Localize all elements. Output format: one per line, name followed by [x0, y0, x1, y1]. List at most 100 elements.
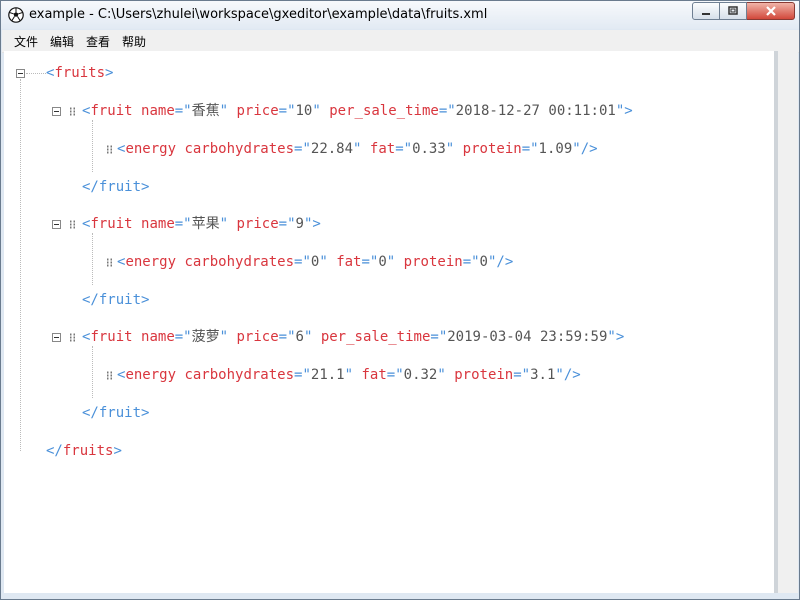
energy-attr-quote-open-2: =" [513, 367, 531, 383]
tree-guide-line [92, 120, 94, 172]
energy-attr-value-0: 22.84 [310, 141, 354, 157]
fruit-attr-quote-open-2: =" [430, 329, 448, 345]
collapse-fruit-icon[interactable] [52, 333, 61, 342]
fruit-close-tag-name: fruit [98, 405, 142, 421]
fruit-attr-value-0: 苹果 [191, 216, 220, 232]
fruit-attr-quote-close-1: " [312, 103, 321, 119]
fruit-attr-quote-close-2: " [615, 103, 625, 119]
tag-bracket: /> [563, 367, 581, 383]
menu-edit[interactable]: 编辑 [50, 33, 74, 50]
energy-attr-quote-close-2: " [572, 141, 581, 157]
xml-line-energy: <energy carbohydrates="0" fat="0" protei… [117, 253, 513, 271]
collapse-fruit-icon[interactable] [52, 107, 61, 116]
drag-handle-icon[interactable] [69, 107, 76, 116]
xml-line-fruit-close: </fruit> [82, 291, 149, 309]
drag-handle-icon[interactable] [106, 258, 113, 267]
close-icon [765, 6, 776, 16]
energy-attr-quote-open-1: =" [361, 254, 379, 270]
energy-attr-value-2: 3.1 [530, 367, 556, 383]
fruit-attr-value-1: 9 [295, 216, 304, 232]
fruit-attr-value-0: 香蕉 [191, 103, 220, 119]
energy-attr-quote-close-2: " [555, 367, 564, 383]
collapse-fruit-icon[interactable] [52, 220, 61, 229]
close-button[interactable] [747, 2, 795, 20]
tree-guide-line [92, 233, 94, 285]
minimize-button[interactable] [692, 2, 720, 20]
energy-attr-quote-open-2: =" [521, 141, 539, 157]
xml-line-fruit-open: <fruit name="苹果" price="9"> [82, 215, 321, 233]
drag-handle-icon[interactable] [106, 371, 113, 380]
fruit-attr-value-2: 2019-03-04 23:59:59 [447, 329, 608, 345]
fruit-attr-name-0: name [141, 216, 175, 232]
drag-handle-icon[interactable] [106, 145, 113, 154]
tag-bracket: > [312, 216, 321, 232]
tag-bracket: > [141, 292, 150, 308]
energy-attr-value-1: 0 [378, 254, 387, 270]
fruit-close-tag-name: fruit [98, 179, 142, 195]
collapse-fruits-icon[interactable] [16, 69, 25, 78]
menu-view[interactable]: 查看 [86, 33, 110, 50]
fruit-tag-name: fruit [90, 103, 133, 119]
energy-attr-quote-close-0: " [353, 141, 362, 157]
fruit-attr-name-1: price [236, 329, 279, 345]
window-title: example - C:\Users\zhulei\workspace\gxed… [29, 7, 488, 22]
fruit-attr-quote-close-1: " [303, 329, 313, 345]
energy-tag-name: energy [125, 367, 177, 383]
energy-attr-name-0: carbohydrates [184, 254, 295, 270]
minimize-icon [702, 13, 710, 15]
fruit-attr-quote-open-1: =" [278, 329, 296, 345]
fruit-attr-value-2: 2018-12-27 00:11:01 [455, 103, 616, 119]
tree-connector [26, 73, 46, 75]
energy-attr-quote-open-1: =" [386, 367, 404, 383]
energy-attr-value-2: 0 [479, 254, 488, 270]
title-bar[interactable]: example - C:\Users\zhulei\workspace\gxed… [1, 1, 799, 29]
fruit-attr-quote-close-2: " [607, 329, 616, 345]
xml-line-root-close: </fruits> [46, 443, 122, 459]
energy-attr-quote-open-1: =" [395, 141, 413, 157]
xml-line-fruit-open: <fruit name="香蕉" price="10" per_sale_tim… [82, 102, 633, 120]
xml-line-energy: <energy carbohydrates="22.84" fat="0.33"… [117, 140, 598, 158]
energy-attr-value-0: 21.1 [310, 367, 345, 383]
menu-help[interactable]: 帮助 [122, 33, 146, 50]
vertical-scrollbar-area[interactable] [778, 51, 798, 593]
tag-bracket: </ [82, 179, 99, 195]
fruit-attr-value-0: 菠萝 [191, 329, 220, 345]
fruit-attr-quote-open-1: =" [278, 103, 296, 119]
fruit-attr-quote-close-0: " [219, 329, 229, 345]
xml-line-fruit-close: </fruit> [82, 404, 149, 422]
fruit-attr-name-0: name [141, 103, 175, 119]
tree-guide-line [92, 346, 94, 398]
energy-attr-name-1: fat [369, 141, 396, 157]
maximize-icon [728, 6, 738, 15]
xml-editor[interactable]: <fruits> <fruit name="香蕉" price="10" per… [4, 51, 774, 593]
energy-tag-name: energy [125, 254, 177, 270]
xml-line-fruit-open: <fruit name="菠萝" price="6" per_sale_time… [82, 328, 624, 346]
xml-line-root-open: <fruits> [46, 65, 114, 81]
drag-handle-icon[interactable] [69, 333, 76, 342]
tree-guide-line [20, 79, 22, 451]
root-tag-name: fruits [54, 65, 106, 81]
menu-file[interactable]: 文件 [14, 33, 38, 50]
energy-attr-value-1: 0.32 [403, 367, 438, 383]
fruit-attr-name-0: name [141, 329, 175, 345]
soccer-ball-icon [8, 7, 24, 23]
tag-bracket: /> [580, 141, 598, 157]
tag-bracket: > [615, 329, 625, 345]
drag-handle-icon[interactable] [69, 220, 76, 229]
xml-line-fruit-close: </fruit> [82, 178, 149, 196]
energy-attr-quote-close-0: " [319, 254, 328, 270]
fruit-attr-quote-close-0: " [219, 216, 229, 232]
energy-attr-quote-close-0: " [344, 367, 354, 383]
energy-attr-name-2: protein [454, 367, 514, 383]
energy-attr-name-1: fat [361, 367, 387, 383]
fruit-attr-quote-open-0: =" [174, 329, 192, 345]
energy-attr-name-0: carbohydrates [184, 367, 295, 383]
fruit-attr-name-2: per_sale_time [320, 329, 431, 345]
fruit-close-tag-name: fruit [98, 292, 142, 308]
energy-attr-quote-open-0: =" [294, 141, 311, 157]
energy-attr-quote-close-1: " [386, 254, 396, 270]
xml-line-energy: <energy carbohydrates="21.1" fat="0.32" … [117, 366, 581, 384]
tag-bracket: > [141, 179, 150, 195]
maximize-button[interactable] [720, 2, 747, 20]
fruit-attr-quote-open-0: =" [174, 103, 192, 119]
